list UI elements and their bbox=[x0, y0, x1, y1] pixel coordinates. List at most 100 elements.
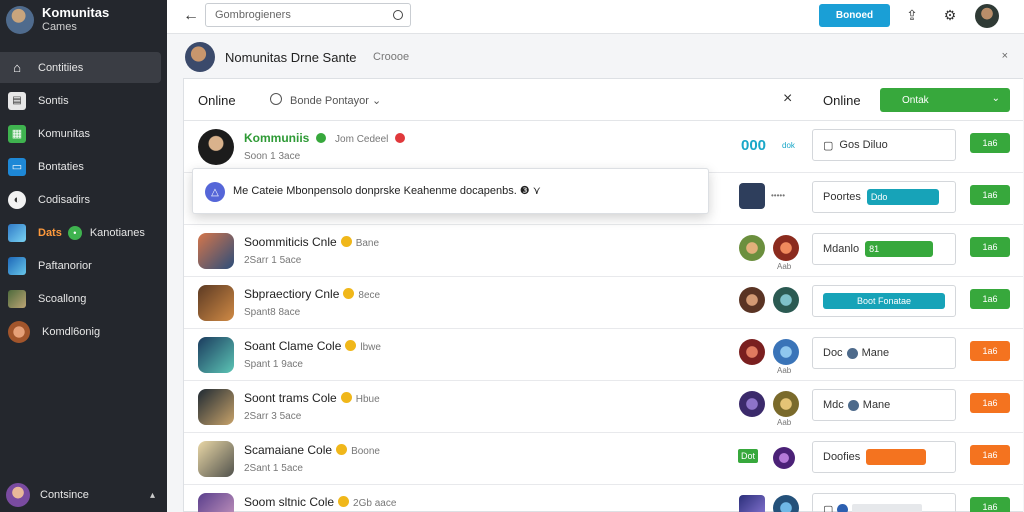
grid-icon: ▦ bbox=[8, 124, 26, 143]
alert-triangle-icon: △ bbox=[205, 182, 225, 202]
document-icon: ▢ bbox=[823, 503, 834, 512]
panel-search[interactable]: Bonde Pontayor ⌄ bbox=[290, 94, 381, 107]
member-name[interactable]: Sbpraectiory Cnle 8ece bbox=[244, 287, 380, 301]
member-name[interactable]: Soont trams Cole Hbue bbox=[244, 391, 380, 405]
stack-icon: ▤ bbox=[8, 91, 26, 110]
role-field[interactable]: Poortes Ddo bbox=[812, 181, 956, 213]
notification-icon[interactable]: ⇪ bbox=[903, 6, 921, 24]
avatar bbox=[773, 391, 799, 417]
role-chip: Ddo bbox=[866, 189, 939, 205]
character-icon bbox=[8, 289, 26, 308]
member-sub: 2Sarr 3 5ace bbox=[244, 411, 302, 422]
panel-header: Online Bonde Pontayor ⌄ × Online Ontak ⌄ bbox=[184, 79, 1023, 121]
user-icon bbox=[837, 503, 849, 512]
member-name-text: Scamaiane Cole bbox=[244, 443, 333, 457]
online-label: Online bbox=[198, 93, 236, 108]
action-button[interactable]: 1a6 bbox=[970, 341, 1010, 361]
action-button[interactable]: 1a6 bbox=[970, 393, 1010, 413]
sidebar-item-label: Komdl6onig bbox=[42, 325, 101, 338]
sidebar-item-prefix: Dats bbox=[38, 226, 62, 239]
avatar bbox=[198, 285, 234, 321]
avatar bbox=[773, 447, 795, 469]
avatar-icon bbox=[8, 320, 30, 343]
user-icon bbox=[847, 399, 859, 411]
role-field[interactable]: ▢ Gos Diluo bbox=[812, 129, 956, 161]
member-name[interactable]: Scamaiane Cole Boone bbox=[244, 443, 380, 457]
sidebar-item-bontaties[interactable]: ▭ Bontaties bbox=[0, 151, 167, 182]
status-tag: Dot bbox=[738, 449, 759, 463]
chevron-up-icon[interactable]: ▴ bbox=[150, 490, 155, 501]
brand-title: Komunitas bbox=[42, 5, 110, 20]
sidebar-item-paftanorior[interactable]: Paftanorior bbox=[0, 250, 167, 281]
badge-icon: • bbox=[67, 225, 82, 240]
search-input[interactable]: Gombrogieners bbox=[205, 3, 411, 27]
sidebar-item-komunitas[interactable]: ▦ Komunitas bbox=[0, 118, 167, 149]
member-sub: 2Sant 1 5ace bbox=[244, 463, 303, 474]
table-row[interactable]: Soom sltnic Cole 2Gb aace ▢ 1a6 bbox=[184, 485, 1023, 512]
search-placeholder: Gombrogieners bbox=[215, 9, 291, 21]
member-extra: Boone bbox=[351, 446, 380, 457]
circle-icon: ◐ bbox=[8, 190, 26, 209]
table-row[interactable]: Soont trams Cole Hbue 2Sarr 3 5ace Aab Md… bbox=[184, 381, 1023, 433]
topbar: ← Gombrogieners Bonoed ⇪ ⚙ bbox=[167, 0, 1024, 34]
role-field[interactable]: Doofies bbox=[812, 441, 956, 473]
avatar bbox=[739, 235, 765, 261]
role-text: Mdc bbox=[823, 399, 844, 411]
role-field[interactable]: Mdc Mane bbox=[812, 389, 956, 421]
sidebar-item-sontis[interactable]: ▤ Sontis bbox=[0, 85, 167, 116]
primary-action-button[interactable]: Bonoed bbox=[819, 4, 890, 27]
sidebar-item-label: Bontaties bbox=[38, 160, 84, 173]
settings-icon[interactable]: ⚙ bbox=[941, 6, 959, 24]
member-name[interactable]: Soommiticis Cnle Bane bbox=[244, 235, 379, 249]
member-extra: Bane bbox=[355, 238, 380, 249]
close-icon[interactable]: × bbox=[783, 90, 792, 108]
role-field[interactable]: ▢ bbox=[812, 493, 956, 512]
table-row[interactable]: Scamaiane Cole Boone 2Sant 1 5ace Dot Doo… bbox=[184, 433, 1023, 485]
emoji-icon bbox=[345, 340, 357, 351]
role-text: Doofies bbox=[823, 451, 861, 463]
action-button[interactable]: 1a6 bbox=[970, 289, 1010, 309]
footer-label: Contsince bbox=[40, 489, 89, 501]
sidebar-footer[interactable]: Contsince ▴ bbox=[0, 478, 167, 512]
avatar bbox=[198, 493, 234, 512]
sidebar-nav: ⌂ Contitiies ▤ Sontis ▦ Komunitas ▭ Bont… bbox=[0, 52, 167, 347]
sidebar-item-codisadirs[interactable]: ◐ Codisadirs bbox=[0, 184, 167, 215]
table-row[interactable]: Kommuniis Jom Cedeel Soon 1 3ace 000 dok… bbox=[184, 121, 1023, 173]
member-name[interactable]: Soom sltnic Cole 2Gb aace bbox=[244, 495, 396, 509]
role-field[interactable]: Boot Fonatae bbox=[812, 285, 956, 317]
member-name[interactable]: Kommuniis Jom Cedeel bbox=[244, 131, 405, 145]
action-button[interactable]: 1a6 bbox=[970, 497, 1010, 512]
brand[interactable]: Komunitas Cames bbox=[0, 0, 167, 40]
role-field[interactable]: Mdanlo 81 bbox=[812, 233, 956, 265]
role-field[interactable]: Doc Mane bbox=[812, 337, 956, 369]
member-name[interactable]: Soant Clame Cole lbwe bbox=[244, 339, 381, 353]
member-extra: 8ece bbox=[358, 290, 381, 301]
table-row[interactable]: Soommiticis Cnle Bane 2Sarr 1 5ace Aab Md… bbox=[184, 225, 1023, 277]
group-subtitle: Croooe bbox=[373, 51, 410, 63]
toast-notification[interactable]: △ Me Cateie Mbonpensolo donprske Keahenm… bbox=[192, 168, 709, 214]
avatar bbox=[773, 339, 799, 365]
sidebar-item-kanotianes[interactable]: Dats • Kanotianes bbox=[0, 217, 167, 248]
sidebar-item-label: Paftanorior bbox=[38, 259, 92, 272]
game-icon bbox=[8, 223, 26, 242]
group-header: Nomunitas Drne Sante Croooe × bbox=[167, 36, 1024, 78]
table-row[interactable]: Sbpraectiory Cnle 8ece Spant8 8ace Boot F… bbox=[184, 277, 1023, 329]
chevron-down-icon: ⌄ bbox=[371, 95, 382, 107]
table-row[interactable]: Soant Clame Cole lbwe Spant 1 9ace Aab Do… bbox=[184, 329, 1023, 381]
sidebar-item-label: Komunitas bbox=[38, 127, 90, 140]
user-avatar[interactable] bbox=[975, 4, 999, 28]
sidebar-item-komdl6onig[interactable]: Komdl6onig bbox=[0, 316, 167, 347]
search-icon[interactable] bbox=[393, 10, 403, 20]
avatar bbox=[773, 235, 799, 261]
sidebar-item-contitiies[interactable]: ⌂ Contitiies bbox=[0, 52, 161, 83]
sidebar-item-scoallong[interactable]: Scoallong bbox=[0, 283, 167, 314]
status-select[interactable]: Ontak ⌄ bbox=[880, 88, 1010, 112]
close-icon[interactable]: × bbox=[1002, 50, 1008, 62]
search-icon[interactable] bbox=[270, 93, 282, 105]
action-button[interactable]: 1a6 bbox=[970, 185, 1010, 205]
action-button[interactable]: 1a6 bbox=[970, 445, 1010, 465]
back-arrow-icon[interactable]: ← bbox=[183, 7, 199, 25]
action-button[interactable]: 1a6 bbox=[970, 237, 1010, 257]
action-button[interactable]: 1a6 bbox=[970, 133, 1010, 153]
sidebar-item-label: Scoallong bbox=[38, 292, 87, 305]
